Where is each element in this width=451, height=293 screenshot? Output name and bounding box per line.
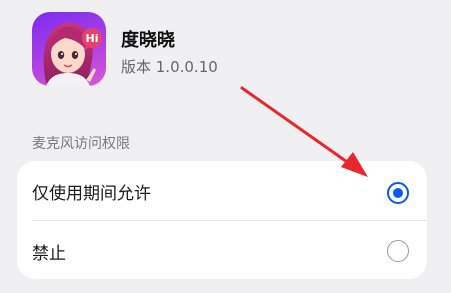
radio-unselected-icon[interactable] — [387, 240, 409, 262]
app-header: Hi 度晓晓 版本 1.0.0.10 — [32, 12, 332, 88]
option-deny[interactable]: 禁止 — [17, 221, 427, 279]
app-icon: Hi — [32, 12, 106, 86]
option-allow-while-using[interactable]: 仅使用期间允许 — [17, 161, 427, 219]
option-label: 仅使用期间允许 — [32, 184, 151, 204]
app-icon-badge-text: Hi — [86, 32, 99, 45]
avatar-illustration-icon: Hi — [43, 22, 102, 86]
app-name: 度晓晓 — [121, 30, 175, 51]
radio-selected-icon[interactable] — [387, 182, 409, 204]
option-label: 禁止 — [32, 244, 66, 264]
permission-options-card: 仅使用期间允许 禁止 — [17, 161, 427, 279]
app-version: 版本 1.0.0.10 — [121, 58, 218, 76]
section-title: 麦克风访问权限 — [32, 136, 130, 152]
